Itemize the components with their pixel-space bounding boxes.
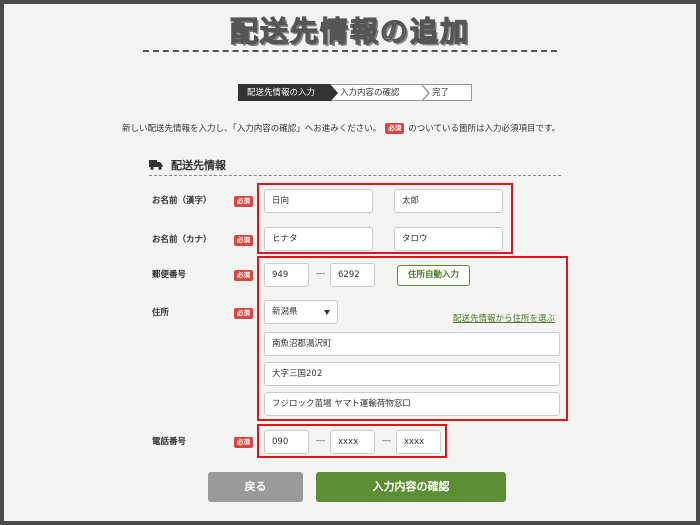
intro-text: 新しい配送先情報を入力し、「入力内容の確認」へお進みください。 必須 のついてい… <box>122 122 560 134</box>
highlight-box-phone <box>257 424 447 458</box>
truck-icon <box>149 159 163 170</box>
required-badge: 必須 <box>234 235 253 246</box>
section-title: 配送先情報 <box>171 158 226 172</box>
name-kana-label: お名前（カナ） <box>152 235 212 245</box>
step-input: 配送先情報の入力 <box>238 84 338 102</box>
intro-text-after: のついている箇所は入力必須項目です。 <box>408 124 561 134</box>
page-frame: 配送先情報の追加 配送先情報の入力 入力内容の確認 完了 新しい配送先情報を入力… <box>4 4 696 521</box>
intro-text-before: 新しい配送先情報を入力し、「入力内容の確認」へお進みください。 <box>122 124 382 134</box>
highlight-box-address <box>257 256 568 421</box>
address-label: 住所 <box>152 308 170 318</box>
title-divider <box>143 50 557 52</box>
page-title: 配送先情報の追加 <box>229 14 470 48</box>
back-button[interactable]: 戻る <box>208 472 303 502</box>
step-confirm: 入力内容の確認 <box>330 84 430 102</box>
step-input-label: 配送先情報の入力 <box>247 88 316 98</box>
required-badge: 必須 <box>234 270 253 281</box>
postal-label: 郵便番号 <box>152 270 187 280</box>
required-badge: 必須 <box>234 437 253 448</box>
step-arrow-icon <box>329 84 338 102</box>
section-header: 配送先情報 <box>149 154 561 176</box>
required-badge: 必須 <box>234 308 253 319</box>
required-badge: 必須 <box>385 122 405 134</box>
name-kanji-label: お名前（漢字） <box>152 196 212 206</box>
phone-label: 電話番号 <box>152 437 187 447</box>
highlight-box-name <box>257 183 513 254</box>
step-arrow-icon <box>421 84 430 102</box>
required-badge: 必須 <box>234 196 253 207</box>
confirm-button[interactable]: 入力内容の確認 <box>316 472 506 502</box>
step-complete-label: 完了 <box>432 88 450 98</box>
progress-steps: 配送先情報の入力 入力内容の確認 完了 <box>238 84 472 102</box>
step-confirm-label: 入力内容の確認 <box>340 88 400 98</box>
